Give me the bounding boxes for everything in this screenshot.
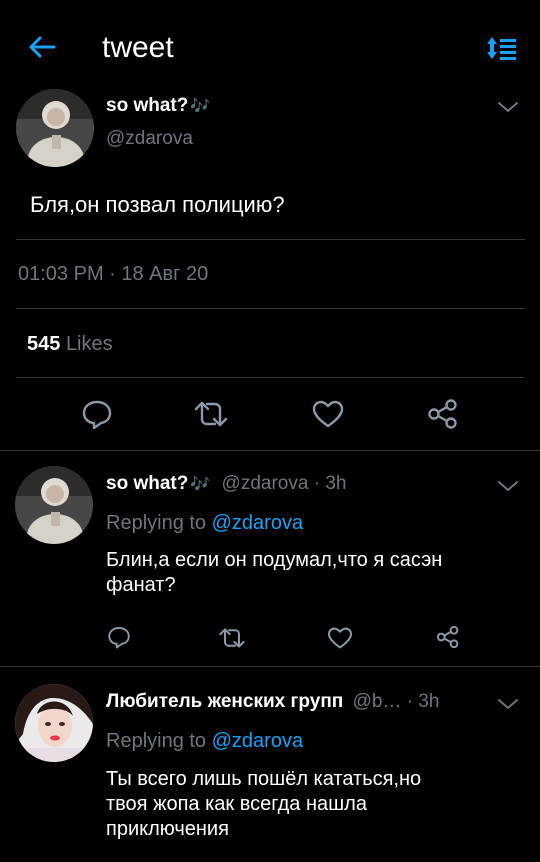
music-notes-emoji: 🎶	[190, 98, 211, 115]
reply-text-line: приключения	[106, 818, 229, 840]
tweet-text: Бля,он позвал полицию?	[30, 192, 285, 217]
replying-label: Replying to	[106, 730, 207, 752]
likes-stat[interactable]: 545 Likes	[27, 331, 113, 357]
chevron-down-icon[interactable]	[497, 697, 519, 711]
avatar[interactable]	[15, 466, 93, 544]
retweet-icon[interactable]	[218, 627, 246, 649]
timestamp: 01:03 PM · 18 Авг 20	[18, 263, 209, 285]
reply-text-line: фанат?	[106, 574, 176, 596]
share-icon[interactable]	[427, 398, 459, 430]
avatar[interactable]	[15, 684, 93, 762]
reply-text-line: Ты всего лишь пошёл кататься,но	[106, 768, 422, 790]
reply-icon[interactable]	[81, 398, 113, 430]
handle-time[interactable]: @zdarova · 3h	[222, 473, 347, 494]
like-heart-icon[interactable]	[327, 627, 353, 649]
reply-text-line: твоя жопа как всегда нашла	[106, 793, 367, 815]
avatar[interactable]	[16, 89, 94, 167]
page-title: tweet	[102, 31, 174, 64]
share-icon[interactable]	[436, 625, 460, 649]
handle[interactable]: @zdarova	[106, 127, 193, 151]
divider	[0, 666, 540, 667]
divider	[16, 377, 525, 378]
likes-count: 545	[27, 333, 61, 355]
display-name[interactable]: so what?	[106, 473, 188, 494]
reply-text: Блин,а если он подумал,что я сасэн фанат…	[106, 548, 442, 598]
back-arrow-icon[interactable]	[27, 34, 57, 60]
likes-label: Likes	[65, 333, 113, 355]
sort-icon[interactable]	[484, 35, 518, 61]
replying-label: Replying to	[106, 512, 207, 534]
reply-text-line: Блин,а если он подумал,что я сасэн	[106, 549, 443, 571]
handle-time[interactable]: @b… · 3h	[353, 691, 440, 712]
retweet-icon[interactable]	[193, 400, 229, 428]
reply-text: Ты всего лишь пошёл кататься,но твоя жоп…	[106, 767, 421, 842]
chevron-down-icon[interactable]	[497, 479, 519, 493]
replying-to-link[interactable]: @zdarova	[212, 512, 303, 534]
display-name[interactable]: Любитель женских групп	[106, 691, 343, 712]
divider	[16, 239, 525, 240]
reply-icon[interactable]	[107, 625, 131, 649]
display-name[interactable]: so what?	[106, 95, 188, 116]
music-notes-emoji: 🎶	[190, 476, 211, 493]
replying-to-link[interactable]: @zdarova	[212, 730, 303, 752]
like-heart-icon[interactable]	[312, 400, 344, 428]
divider	[16, 308, 525, 309]
divider	[0, 450, 540, 451]
chevron-down-icon[interactable]	[497, 100, 519, 114]
